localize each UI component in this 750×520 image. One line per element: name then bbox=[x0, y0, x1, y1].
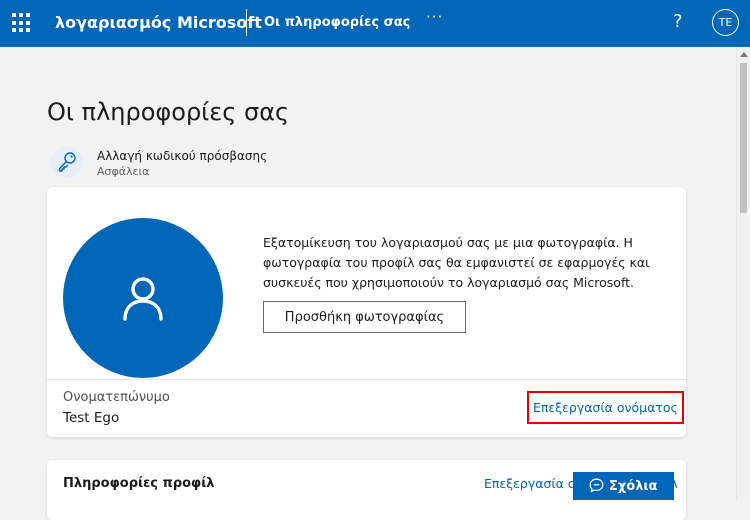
brand-link[interactable]: λογαριασμός Microsoft bbox=[55, 13, 262, 32]
full-name-value: Test Ego bbox=[63, 410, 120, 426]
header-divider bbox=[246, 9, 247, 36]
feedback-label: Σχόλια bbox=[609, 479, 658, 494]
account-avatar[interactable]: TE bbox=[712, 9, 739, 36]
card-divider bbox=[47, 379, 686, 380]
key-icon bbox=[51, 146, 83, 178]
chat-bubble-icon bbox=[589, 478, 604, 493]
breadcrumb-your-info[interactable]: Οι πληροφορίες σας bbox=[264, 15, 410, 30]
person-icon bbox=[123, 277, 163, 321]
app-launcher-icon[interactable] bbox=[12, 13, 32, 33]
more-options-icon[interactable]: ··· bbox=[426, 8, 443, 26]
add-photo-button[interactable]: Προσθήκη φωτογραφίας bbox=[263, 301, 466, 333]
photo-description: Εξατομίκευση του λογαριασμού σας με μια … bbox=[263, 235, 650, 290]
feedback-button[interactable]: Σχόλια bbox=[573, 472, 674, 500]
help-icon[interactable]: ? bbox=[673, 11, 683, 32]
full-name-label: Ονοματεπώνυμο bbox=[63, 390, 170, 405]
profile-photo-card: Εξατομίκευση του λογαριασμού σας με μια … bbox=[47, 187, 686, 437]
change-password-subtitle: Ασφάλεια bbox=[97, 165, 150, 178]
page-title: Οι πληροφορίες σας bbox=[47, 98, 290, 126]
profile-info-title: Πληροφορίες προφίλ bbox=[63, 476, 215, 491]
change-password-title: Αλλαγή κωδικού πρόσβασης bbox=[97, 149, 268, 163]
page-scrollbar[interactable] bbox=[736, 47, 750, 500]
top-navigation-bar: λογαριασμός Microsoft Οι πληροφορίες σας… bbox=[0, 0, 750, 47]
profile-photo-placeholder[interactable] bbox=[63, 218, 223, 378]
scroll-thumb[interactable] bbox=[740, 63, 747, 213]
scroll-up-arrow-icon[interactable] bbox=[740, 52, 748, 57]
edit-name-link[interactable]: Επεξεργασία ονόματος bbox=[533, 400, 678, 415]
